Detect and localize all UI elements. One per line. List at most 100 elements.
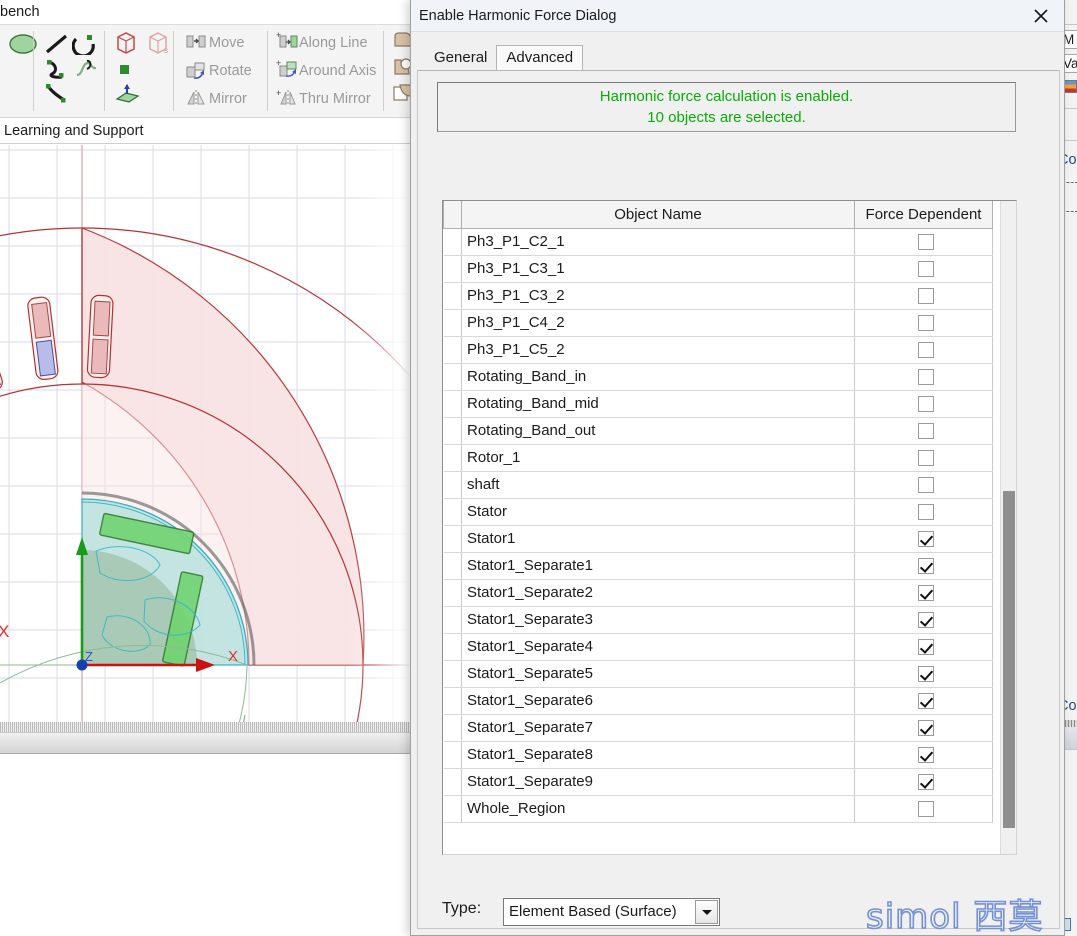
cell-force-dependent[interactable]: [854, 714, 993, 742]
row-selector-cell[interactable]: [443, 444, 462, 472]
checkbox-checked[interactable]: [918, 774, 934, 791]
table-row[interactable]: Stator1_Separate2: [443, 579, 993, 607]
checkbox-unchecked[interactable]: [918, 369, 934, 386]
mirror-icon[interactable]: [186, 90, 206, 108]
move-icon[interactable]: [186, 34, 206, 52]
canvas-horizontal-scrollbar[interactable]: [0, 722, 412, 732]
table-row[interactable]: Stator1_Separate8: [443, 741, 993, 769]
along-line-icon[interactable]: +: [276, 30, 298, 50]
cell-object-name[interactable]: Stator1_Separate4: [461, 633, 855, 661]
checkbox-unchecked[interactable]: [918, 450, 934, 467]
cell-force-dependent[interactable]: [854, 255, 993, 283]
cell-object-name[interactable]: Rotating_Band_out: [461, 417, 855, 445]
cell-force-dependent[interactable]: [854, 309, 993, 337]
polyline-icon[interactable]: [44, 57, 70, 86]
checkbox-unchecked[interactable]: [918, 504, 934, 521]
checkbox-unchecked[interactable]: [918, 396, 934, 413]
table-row[interactable]: Stator1_Separate5: [443, 660, 993, 688]
table-row[interactable]: Ph3_P1_C5_2: [443, 336, 993, 364]
row-selector-cell[interactable]: [443, 282, 462, 310]
cell-object-name[interactable]: Stator1_Separate8: [461, 741, 855, 769]
rotate-command[interactable]: Rotate: [209, 58, 252, 84]
rotate-icon[interactable]: [186, 62, 206, 80]
cell-object-name[interactable]: Ph3_P1_C4_2: [461, 309, 855, 337]
cell-force-dependent[interactable]: [854, 390, 993, 418]
cell-object-name[interactable]: Rotating_Band_mid: [461, 390, 855, 418]
row-selector-cell[interactable]: [443, 768, 462, 796]
row-selector-cell[interactable]: [443, 795, 462, 823]
row-selector-cell[interactable]: [443, 579, 462, 607]
thru-mirror-icon[interactable]: +: [276, 88, 296, 107]
close-button[interactable]: [1018, 0, 1064, 32]
checkbox-checked[interactable]: [918, 720, 934, 737]
cell-force-dependent[interactable]: [854, 768, 993, 796]
table-row[interactable]: Ph3_P1_C2_1: [443, 228, 993, 256]
body-surface-icon[interactable]: s: [146, 31, 170, 60]
checkbox-unchecked[interactable]: [918, 261, 934, 278]
table-row[interactable]: Ph3_P1_C3_1: [443, 255, 993, 283]
checkbox-unchecked[interactable]: [918, 234, 934, 251]
checkbox-checked[interactable]: [918, 531, 934, 548]
row-selector-header[interactable]: [443, 201, 462, 229]
cell-object-name[interactable]: Ph3_P1_C2_1: [461, 228, 855, 256]
table-row[interactable]: Rotor_1: [443, 444, 993, 472]
cell-object-name[interactable]: Stator1_Separate1: [461, 552, 855, 580]
checkbox-checked[interactable]: [918, 666, 934, 683]
plane-icon[interactable]: [114, 83, 140, 110]
mirror-command[interactable]: Mirror: [209, 86, 247, 112]
row-selector-cell[interactable]: [443, 525, 462, 553]
table-row[interactable]: shaft: [443, 471, 993, 499]
cell-object-name[interactable]: Stator1_Separate2: [461, 579, 855, 607]
around-axis-command[interactable]: Around Axis: [299, 58, 376, 84]
checkbox-unchecked[interactable]: [918, 477, 934, 494]
type-dropdown[interactable]: Element Based (Surface): [503, 898, 720, 926]
line-icon[interactable]: [44, 33, 70, 60]
checkbox-checked[interactable]: [918, 693, 934, 710]
cell-force-dependent[interactable]: [854, 336, 993, 364]
cell-force-dependent[interactable]: [854, 687, 993, 715]
table-row[interactable]: Whole_Region: [443, 795, 993, 823]
tab-general[interactable]: General: [424, 45, 498, 71]
table-row[interactable]: Rotating_Band_in: [443, 363, 993, 391]
cell-force-dependent[interactable]: [854, 471, 993, 499]
table-row[interactable]: Stator: [443, 498, 993, 526]
cell-object-name[interactable]: Ph3_P1_C3_2: [461, 282, 855, 310]
cell-object-name[interactable]: Ph3_P1_C3_1: [461, 255, 855, 283]
row-selector-cell[interactable]: [443, 741, 462, 769]
row-selector-cell[interactable]: [443, 417, 462, 445]
table-vertical-scrollbar[interactable]: [1000, 201, 1016, 854]
table-row[interactable]: Stator1_Separate9: [443, 768, 993, 796]
tab-advanced[interactable]: Advanced: [496, 45, 584, 71]
row-selector-cell[interactable]: [443, 714, 462, 742]
table-row[interactable]: Ph3_P1_C3_2: [443, 282, 993, 310]
row-selector-cell[interactable]: [443, 228, 462, 256]
row-selector-cell[interactable]: [443, 336, 462, 364]
table-row[interactable]: Stator1_Separate1: [443, 552, 993, 580]
model-canvas[interactable]: Z X X 00rpm eg 0: [0, 145, 412, 752]
row-selector-cell[interactable]: [443, 660, 462, 688]
checkbox-checked[interactable]: [918, 558, 934, 575]
along-line-command[interactable]: Along Line: [299, 30, 368, 56]
spline-icon[interactable]: [74, 57, 100, 86]
cell-object-name[interactable]: Stator1_Separate7: [461, 714, 855, 742]
cell-object-name[interactable]: Stator1_Separate3: [461, 606, 855, 634]
checkbox-checked[interactable]: [918, 612, 934, 629]
cell-object-name[interactable]: shaft: [461, 471, 855, 499]
cell-force-dependent[interactable]: [854, 417, 993, 445]
row-selector-cell[interactable]: [443, 309, 462, 337]
cell-force-dependent[interactable]: [854, 660, 993, 688]
scrollbar-thumb[interactable]: [1003, 491, 1015, 828]
cell-object-name[interactable]: Rotating_Band_in: [461, 363, 855, 391]
cell-force-dependent[interactable]: [854, 633, 993, 661]
cell-force-dependent[interactable]: [854, 498, 993, 526]
row-selector-cell[interactable]: [443, 606, 462, 634]
row-selector-cell[interactable]: [443, 390, 462, 418]
cell-force-dependent[interactable]: [854, 579, 993, 607]
cell-object-name[interactable]: Whole_Region: [461, 795, 855, 823]
checkbox-checked[interactable]: [918, 639, 934, 656]
cell-force-dependent[interactable]: [854, 741, 993, 769]
cell-object-name[interactable]: Stator1_Separate9: [461, 768, 855, 796]
cell-force-dependent[interactable]: [854, 795, 993, 823]
cell-object-name[interactable]: Stator: [461, 498, 855, 526]
row-selector-cell[interactable]: [443, 471, 462, 499]
